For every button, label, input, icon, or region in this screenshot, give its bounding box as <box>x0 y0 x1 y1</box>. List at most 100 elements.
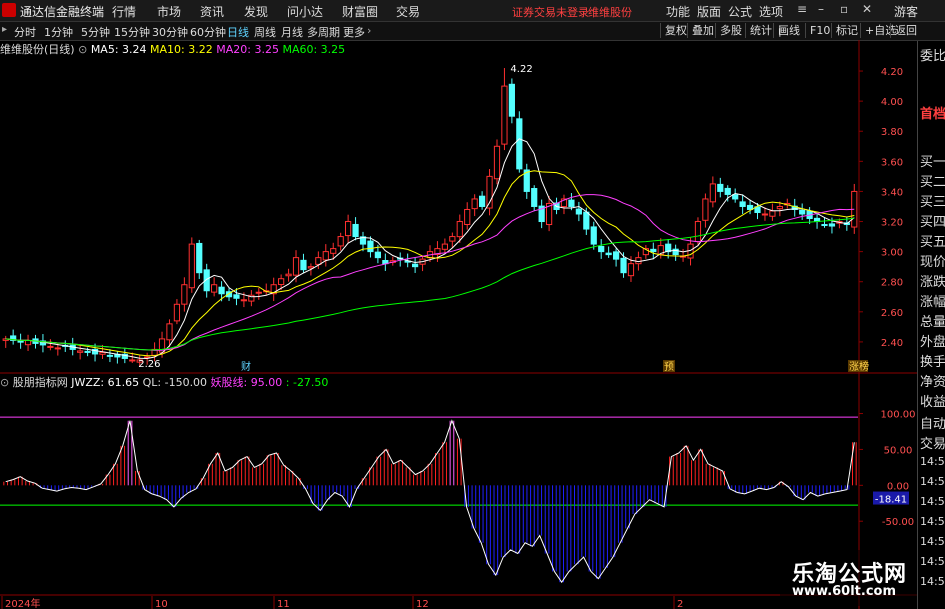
tab-multi-period[interactable]: 多周期 <box>307 24 340 40</box>
side-panel-item: 买二 <box>920 175 945 190</box>
tab-15min[interactable]: 15分钟 <box>114 24 150 40</box>
candle-body <box>367 240 374 253</box>
overlay-button[interactable]: 叠加 <box>687 23 718 38</box>
candle-body <box>761 213 769 216</box>
candle-body <box>218 286 225 295</box>
y-tick-label: 2.40 <box>881 338 903 349</box>
menu-formula[interactable]: 公式 <box>728 3 752 20</box>
candle-body <box>702 198 709 221</box>
high-price-label: 4.22 <box>510 64 532 75</box>
side-panel-item: 14:56 <box>920 475 945 488</box>
side-panel-item: 自动 <box>920 417 945 432</box>
tab-daily[interactable]: 日线 <box>227 24 249 40</box>
side-panel-item: 买四 <box>920 215 945 230</box>
candle-body <box>196 242 203 274</box>
side-panel-item: 收益 <box>920 395 945 410</box>
side-panel-item: 14:56 <box>920 515 945 528</box>
y-tick-label: 3.20 <box>881 218 903 229</box>
login-warning[interactable]: 证券交易未登录 <box>512 4 589 20</box>
tab-30min[interactable]: 30分钟 <box>152 24 188 40</box>
candle-body <box>732 194 739 200</box>
x-tick-label: 2024年 <box>5 597 40 609</box>
ma20-line <box>5 194 855 351</box>
menu-wealth-circle[interactable]: 财富圈 <box>342 3 378 20</box>
candle-body <box>746 204 754 210</box>
candle-body <box>694 221 702 243</box>
close-icon[interactable]: ✕ <box>862 2 872 16</box>
candle-body <box>717 183 724 192</box>
candle-body <box>828 223 836 227</box>
minimize-icon[interactable]: – <box>818 2 824 16</box>
expand-icon[interactable]: ▸ <box>2 24 7 35</box>
candle-body <box>605 252 612 256</box>
back-button[interactable]: 返回 <box>890 23 921 38</box>
app-logo-icon <box>2 3 16 17</box>
mark-button[interactable]: 标记 <box>831 23 862 38</box>
side-panel-item: 总量 <box>920 315 945 330</box>
candle-body <box>211 284 218 293</box>
candle-body <box>17 340 24 343</box>
menu-quotes[interactable]: 行情 <box>112 3 136 20</box>
candle-body <box>724 187 731 195</box>
guest-label[interactable]: 游客 <box>894 3 918 20</box>
y-tick-label: 3.60 <box>881 157 903 168</box>
candle-body <box>471 198 478 210</box>
side-panel-item: 委比 <box>920 49 945 64</box>
candle-body <box>412 263 419 268</box>
f10-button[interactable]: F10 <box>805 23 834 38</box>
tab-1min[interactable]: 1分钟 <box>44 24 73 40</box>
draw-line-button[interactable]: 画线 <box>773 23 804 38</box>
sub-y-tick-label: 50.00 <box>884 445 913 456</box>
menu-discover[interactable]: 发现 <box>244 3 268 20</box>
tab-timeshare[interactable]: 分时 <box>14 24 36 40</box>
tab-60min[interactable]: 60分钟 <box>190 24 226 40</box>
low-price-label: 2.26 <box>138 359 160 370</box>
candle-body <box>173 303 181 322</box>
ma60-line <box>5 217 855 351</box>
candle-body <box>181 284 188 305</box>
side-panel-item: 买三 <box>920 195 945 210</box>
candle-body <box>233 294 240 299</box>
side-panel-item: 交易 <box>920 437 945 452</box>
candle-body <box>285 273 292 277</box>
candle-body <box>776 205 783 210</box>
candle-body <box>322 251 329 261</box>
candle-body <box>478 195 486 207</box>
candle-body <box>77 350 84 353</box>
candle-body <box>166 323 173 341</box>
menu-function[interactable]: 功能 <box>666 3 690 20</box>
kline-chart[interactable]: 2.40 2.60 2.80 3.00 3.20 3.40 3.60 3.80 4.00 4.20… <box>0 40 917 609</box>
menu-news[interactable]: 资讯 <box>200 3 224 20</box>
side-panel-item: 外盘 <box>920 335 945 350</box>
x-tick-label: 10 <box>155 599 168 609</box>
menu-trade[interactable]: 交易 <box>396 3 420 20</box>
multi-stock-button[interactable]: 多股 <box>715 23 746 38</box>
candle-body <box>129 359 136 362</box>
more-arrow-icon[interactable]: › <box>367 24 371 37</box>
menu-market[interactable]: 市场 <box>157 3 181 20</box>
tab-more[interactable]: 更多 <box>343 24 365 40</box>
menu-layout[interactable]: 版面 <box>697 3 721 20</box>
tab-weekly[interactable]: 周线 <box>254 24 276 40</box>
sub-y-tick-label: 0.00 <box>887 481 909 492</box>
app-title: 通达信金融终端 <box>20 5 105 19</box>
candle-body <box>821 224 828 227</box>
candle-body <box>292 257 300 276</box>
candle-body <box>240 299 248 302</box>
candle-body <box>337 236 344 247</box>
candle-body <box>352 223 359 238</box>
candle-body <box>54 347 61 350</box>
tab-5min[interactable]: 5分钟 <box>81 24 110 40</box>
menu-ask[interactable]: 问小达 <box>287 3 323 20</box>
candle-body <box>598 245 605 253</box>
restore-icon[interactable]: ▫ <box>840 2 848 16</box>
stats-button[interactable]: 统计 <box>745 23 776 38</box>
tab-monthly[interactable]: 月线 <box>281 24 303 40</box>
candle-body <box>709 183 716 203</box>
candle-body <box>568 199 575 207</box>
candle-body <box>84 350 91 353</box>
menu-icon[interactable]: ≡ <box>797 2 807 16</box>
menu-options[interactable]: 选项 <box>759 3 783 20</box>
side-panel-item: 净资 <box>920 375 945 390</box>
period-toolbar: ▸ 分时 1分钟 5分钟 15分钟 30分钟 60分钟 日线 周线 月线 多周期… <box>0 22 945 41</box>
